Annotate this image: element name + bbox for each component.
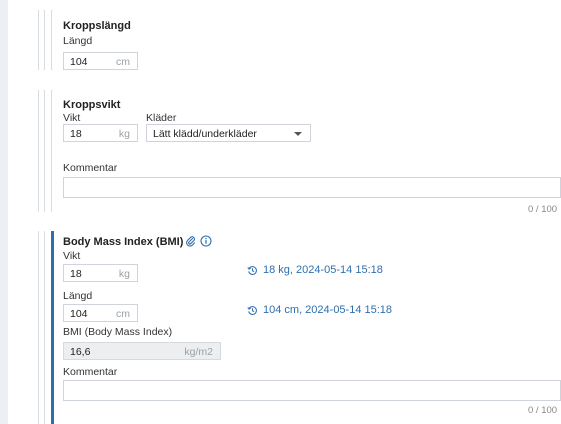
info-icon[interactable]: [200, 235, 212, 247]
bmi-comment-counter: 0 / 100: [528, 405, 558, 416]
active-section-indicator: [51, 231, 54, 424]
tree-line: [38, 10, 39, 70]
bmi-length-input[interactable]: 104 cm: [63, 304, 138, 322]
bmi-unit: kg/m2: [184, 346, 213, 358]
clothes-select[interactable]: Lätt klädd/underkläder: [146, 124, 311, 142]
bmi-length-value: 104: [70, 308, 88, 320]
clothes-value: Lätt klädd/underkläder: [153, 128, 257, 140]
tree-line: [51, 90, 52, 212]
body-weight-title: Kroppsvikt: [63, 99, 121, 111]
comment-counter: 0 / 100: [528, 204, 558, 215]
bmi-value-field: 16,6 kg/m2: [63, 342, 221, 360]
tree-line: [38, 231, 39, 424]
length-unit: cm: [116, 56, 130, 68]
weight-history-link[interactable]: 18 kg, 2024-05-14 15:18: [247, 264, 383, 276]
paperclip-icon[interactable]: [185, 235, 197, 247]
bmi-title-icons: [185, 235, 212, 247]
weight-value: 18: [70, 128, 82, 140]
tree-line: [44, 90, 45, 212]
bmi-length-label: Längd: [63, 290, 93, 302]
bmi-weight-value: 18: [70, 268, 82, 280]
left-panel-strip: [0, 0, 8, 424]
tree-line: [38, 90, 39, 212]
bmi-comment-input[interactable]: [63, 380, 561, 401]
weight-label: Vikt: [63, 112, 81, 124]
weight-unit: kg: [118, 128, 130, 140]
length-history-link[interactable]: 104 cm, 2024-05-14 15:18: [247, 304, 392, 316]
bmi-weight-label: Vikt: [63, 250, 81, 262]
tree-line: [44, 231, 45, 424]
body-weight-comment-input[interactable]: [63, 177, 561, 198]
length-history-text: 104 cm, 2024-05-14 15:18: [263, 304, 393, 316]
bmi-weight-unit: kg: [118, 268, 130, 280]
bmi-value-label: BMI (Body Mass Index): [63, 326, 173, 338]
bmi-weight-input[interactable]: 18 kg: [63, 264, 138, 282]
comment-label: Kommentar: [63, 162, 118, 174]
length-value: 104: [70, 56, 88, 68]
history-icon: [247, 305, 257, 315]
body-length-title: Kroppslängd: [63, 20, 131, 32]
weight-input[interactable]: 18 kg: [63, 124, 138, 142]
weight-history-text: 18 kg, 2024-05-14 15:18: [263, 264, 383, 276]
tree-line: [51, 10, 52, 70]
clothes-label: Kläder: [146, 112, 177, 124]
bmi-comment-label: Kommentar: [63, 366, 118, 378]
bmi-value: 16,6: [70, 346, 91, 358]
length-input[interactable]: 104 cm: [63, 52, 138, 70]
chevron-down-icon: [294, 132, 302, 136]
length-label: Längd: [63, 35, 93, 47]
bmi-title: Body Mass Index (BMI): [63, 236, 184, 248]
bmi-length-unit: cm: [116, 308, 130, 320]
history-icon: [247, 265, 257, 275]
tree-line: [44, 10, 45, 70]
